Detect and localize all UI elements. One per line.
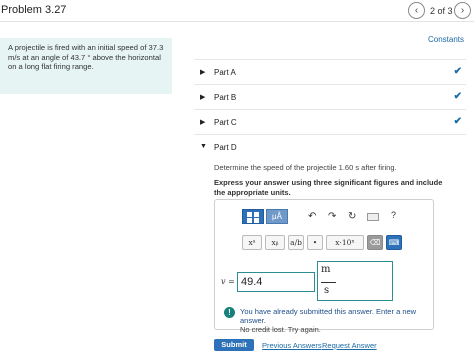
expand-arrow-icon: ▶	[200, 119, 206, 126]
value-input[interactable]: 49.4	[237, 272, 315, 292]
page-title: Problem 3.27	[1, 4, 67, 16]
collapse-arrow-icon: ▼	[200, 143, 207, 150]
next-problem-button[interactable]: ›	[454, 2, 471, 19]
part-c-label: Part C	[214, 118, 237, 127]
problem-text: A projectile is fired with an initial sp…	[8, 43, 164, 71]
previous-problem-button[interactable]: ‹	[408, 2, 425, 19]
part-b-row[interactable]: ▶ Part B ✔	[194, 84, 466, 109]
undo-icon[interactable]: ↶	[308, 211, 316, 222]
constants-link[interactable]: Constants	[428, 35, 464, 44]
dot-button[interactable]: •	[307, 235, 323, 250]
redo-icon[interactable]: ↷	[328, 211, 336, 222]
variable-label: v =	[221, 277, 235, 286]
feedback-message: You have already submitted this answer. …	[240, 307, 430, 334]
fraction-button[interactable]: a/b	[288, 235, 304, 250]
checkmark-icon: ✔	[453, 91, 462, 102]
unit-numerator: m	[321, 264, 331, 275]
fraction-line	[321, 282, 336, 283]
request-answer-link[interactable]: Request Answer	[322, 341, 377, 350]
unit-input[interactable]: m s	[317, 261, 393, 301]
header-bar: Problem 3.27 ‹ 2 of 3 ›	[0, 0, 474, 22]
part-a-label: Part A	[214, 68, 236, 77]
feedback-line-2: No credit lost. Try again.	[240, 325, 321, 334]
checkmark-icon: ✔	[453, 66, 462, 77]
part-d-label: Part D	[214, 143, 237, 152]
part-a-row[interactable]: ▶ Part A ✔	[194, 59, 466, 84]
previous-answers-link[interactable]: Previous Answers	[262, 341, 322, 350]
submit-button[interactable]: Submit	[214, 339, 254, 351]
info-icon: !	[224, 307, 235, 318]
checkmark-icon: ✔	[453, 116, 462, 127]
unit-denominator: s	[324, 285, 330, 296]
templates-button[interactable]	[242, 209, 264, 224]
subscript-button[interactable]: xᵦ	[265, 235, 285, 250]
backspace-button[interactable]: ⌫	[367, 235, 383, 250]
part-b-label: Part B	[214, 93, 237, 102]
units-button[interactable]: μÅ	[266, 209, 288, 224]
expand-arrow-icon: ▶	[200, 69, 206, 76]
keyboard-icon[interactable]	[367, 213, 379, 221]
problem-statement: A projectile is fired with an initial sp…	[0, 38, 172, 94]
reset-icon[interactable]: ↻	[348, 211, 356, 222]
scientific-notation-button[interactable]: x·10ⁿ	[326, 235, 364, 250]
help-button[interactable]: ?	[391, 210, 396, 220]
superscript-button[interactable]: xᵃ	[242, 235, 262, 250]
keyboard-toggle-button[interactable]: ⌨	[386, 235, 402, 250]
answer-area: μÅ ↶ ↷ ↻ ? xᵃ xᵦ a/b • x·10ⁿ ⌫ ⌨ v = 49.…	[214, 199, 434, 334]
part-c-row[interactable]: ▶ Part C ✔	[194, 109, 466, 134]
question-text: Determine the speed of the projectile 1.…	[214, 163, 397, 172]
pager-text: 2 of 3	[430, 6, 453, 16]
feedback-line-1: You have already submitted this answer. …	[240, 307, 417, 325]
part-d-row[interactable]: ▼ Part D	[194, 134, 466, 159]
expand-arrow-icon: ▶	[200, 94, 206, 101]
answer-instructions: Express your answer using three signific…	[214, 178, 443, 197]
